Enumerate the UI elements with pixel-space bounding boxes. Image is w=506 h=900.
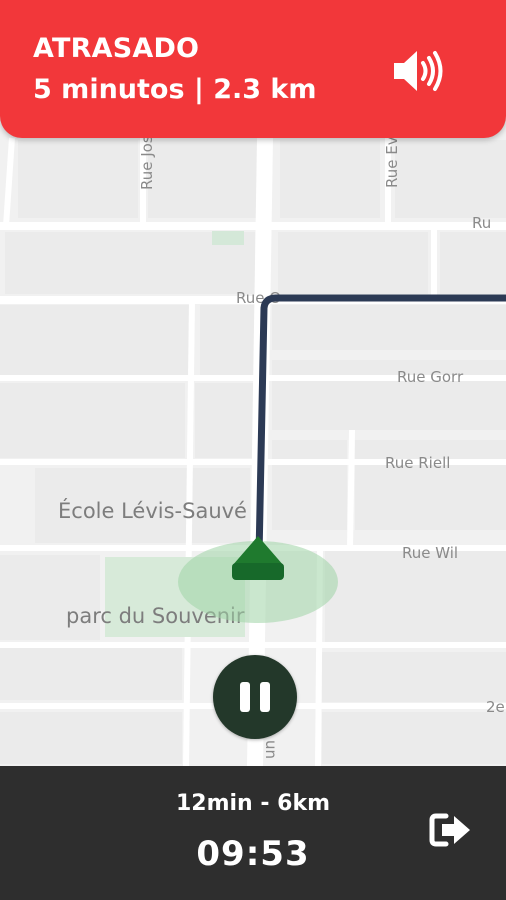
pause-button[interactable] — [213, 655, 297, 739]
pause-icon — [240, 682, 250, 712]
street-label-jos: Rue Jos — [138, 135, 156, 190]
street-label-vertical: un — [262, 740, 280, 759]
street-label-wil: Rue Wil — [402, 544, 458, 562]
street-label-riell: Rue Riell — [385, 454, 450, 472]
exit-icon — [429, 813, 470, 847]
poi-label-school: École Lévis-Sauvé — [58, 498, 247, 523]
street-label-2e: 2e — [486, 698, 505, 716]
volume-icon — [394, 51, 443, 91]
street-label-ru: Ru — [472, 214, 491, 232]
green-patch — [212, 231, 244, 245]
volume-button[interactable] — [388, 48, 446, 94]
trip-footer: 12min - 6km 09:53 — [0, 766, 506, 900]
status-banner: ATRASADO 5 minutos | 2.3 km — [0, 0, 506, 138]
exit-button[interactable] — [428, 810, 474, 850]
status-title: ATRASADO — [33, 33, 200, 64]
status-detail: 5 minutos | 2.3 km — [33, 74, 317, 105]
pause-icon-bar — [260, 682, 270, 712]
street-label-gorr: Rue Gorr — [397, 368, 464, 386]
